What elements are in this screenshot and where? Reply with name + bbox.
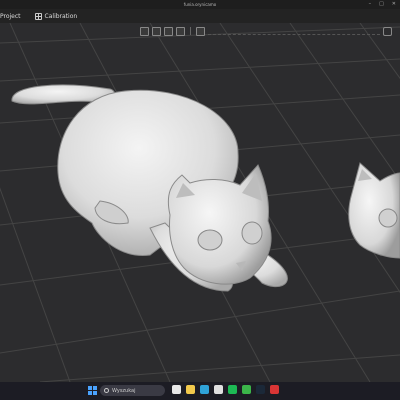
windows-start-icon[interactable] <box>88 386 97 395</box>
calibration-icon <box>34 12 42 20</box>
app-icon-red[interactable] <box>270 385 279 394</box>
taskbar: Wyszukaj <box>0 382 400 400</box>
3d-viewport[interactable] <box>0 23 400 382</box>
title-bar: funia.orynicamo – □ ✕ <box>0 0 400 9</box>
toolbar-divider <box>190 27 191 35</box>
close-icon[interactable]: ✕ <box>392 1 396 7</box>
project-menu-label: Project <box>0 12 21 20</box>
grid-view-icon[interactable] <box>152 26 161 36</box>
app-icon-green[interactable] <box>242 385 251 394</box>
toolbar-spacer <box>208 27 380 35</box>
steam-icon[interactable] <box>256 385 265 394</box>
calibration-menu-label: Calibration <box>44 12 78 20</box>
search-placeholder: Wyszukaj <box>112 387 136 394</box>
project-menu[interactable]: Project <box>0 13 21 20</box>
cube-view-icon[interactable] <box>140 26 149 36</box>
second-cat-model[interactable] <box>348 162 400 259</box>
edge-icon[interactable] <box>200 385 209 394</box>
task-view-icon[interactable] <box>172 385 181 394</box>
minimize-icon[interactable]: – <box>369 1 372 7</box>
calibration-menu[interactable]: Calibration <box>34 12 78 20</box>
move-icon[interactable] <box>196 26 205 36</box>
settings-icon[interactable] <box>383 26 392 36</box>
cat-model[interactable] <box>11 84 288 292</box>
taskbar-search[interactable]: Wyszukaj <box>100 385 165 396</box>
window-controls: – □ ✕ <box>369 1 396 7</box>
select-icon[interactable] <box>176 26 185 36</box>
menu-bar: Project Calibration <box>0 9 400 23</box>
viewport-scene <box>0 23 400 382</box>
file-explorer-icon[interactable] <box>186 385 195 394</box>
window-title: funia.orynicamo <box>183 2 217 7</box>
viewport-toolbar <box>140 26 392 36</box>
spotify-icon[interactable] <box>228 385 237 394</box>
maximize-icon[interactable]: □ <box>379 1 384 7</box>
search-icon <box>104 388 109 393</box>
chrome-icon[interactable] <box>214 385 223 394</box>
taskbar-apps <box>172 385 279 394</box>
layout-icon[interactable] <box>164 26 173 36</box>
